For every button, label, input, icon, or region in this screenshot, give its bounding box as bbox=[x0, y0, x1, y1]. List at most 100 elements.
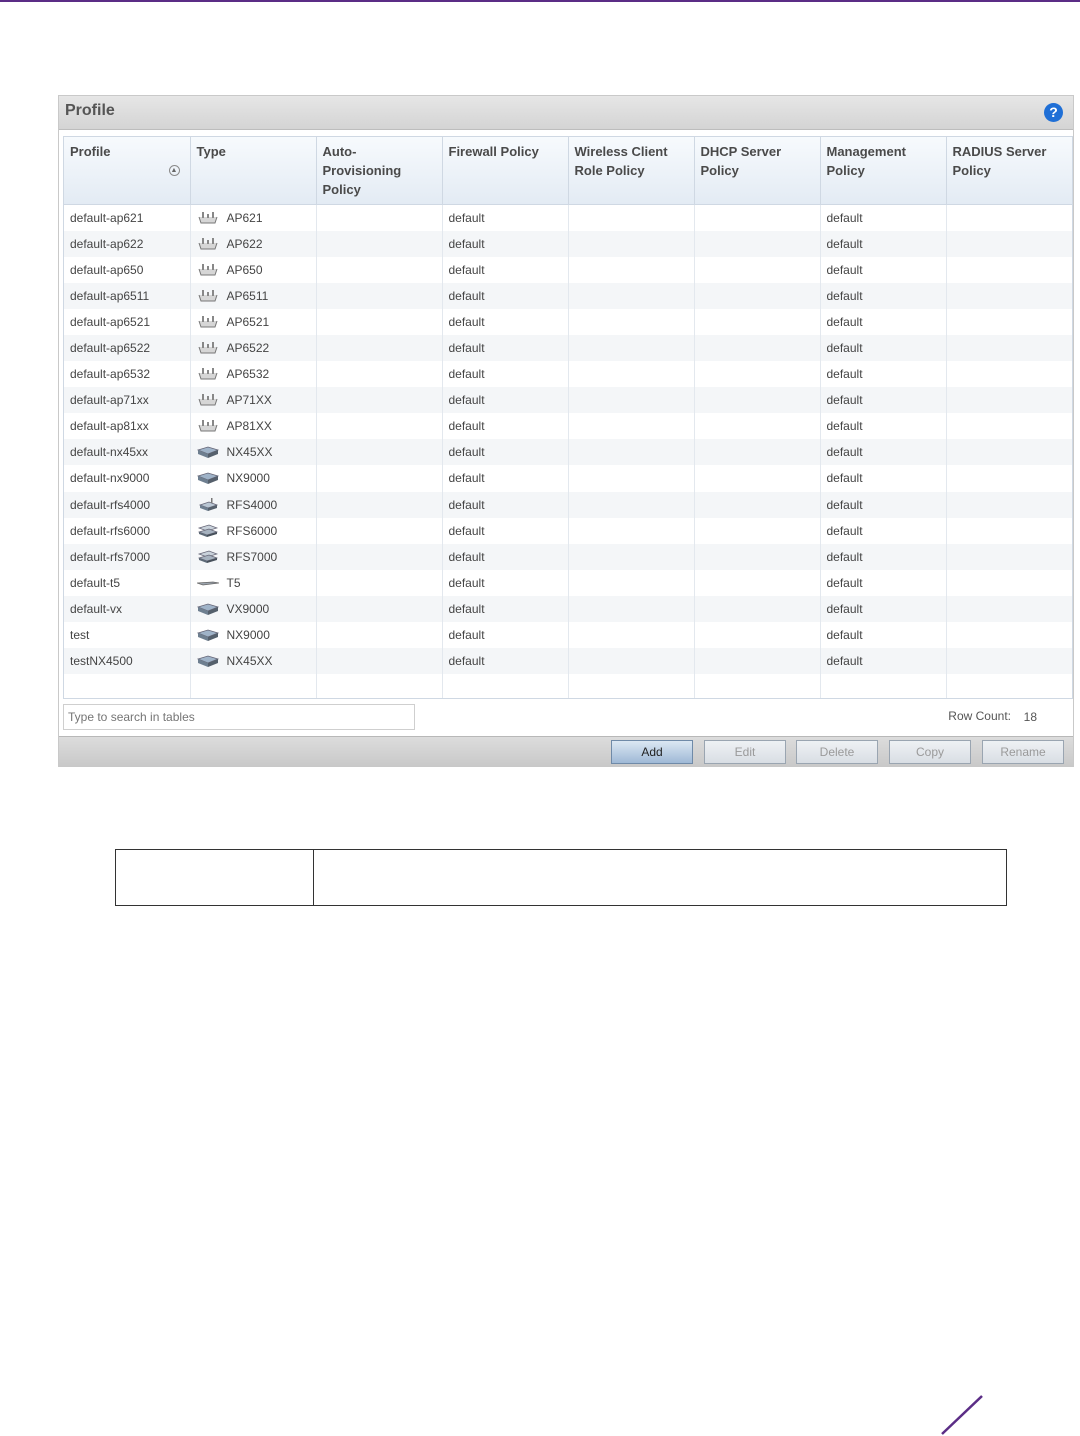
table-row[interactable]: default-ap81xx AP81XX default default bbox=[64, 413, 1072, 440]
table-cell-type: AP6521 bbox=[190, 308, 317, 335]
table-cell-type: NX9000 bbox=[190, 622, 317, 649]
table-cell-management: default bbox=[820, 465, 947, 492]
table-cell-dhcp bbox=[694, 256, 821, 283]
column-header[interactable]: Firewall Policy bbox=[442, 137, 569, 205]
table-cell-firewall: default bbox=[442, 282, 569, 309]
table-row[interactable]: default-vx VX9000 default default bbox=[64, 595, 1072, 622]
copy-button[interactable]: Copy bbox=[889, 740, 971, 764]
table-cell-auto bbox=[316, 334, 443, 362]
table-cell-management: default bbox=[820, 517, 947, 544]
table-cell-wireless bbox=[568, 230, 695, 257]
table-row[interactable]: default-rfs7000 RFS7000 default default bbox=[64, 543, 1072, 570]
table-cell-management: default bbox=[820, 595, 947, 622]
table-cell-management: default bbox=[820, 230, 947, 257]
table-row[interactable]: default-nx45xx NX45XX default default bbox=[64, 439, 1072, 466]
table-cell-dhcp bbox=[694, 543, 821, 570]
table-filler-cell bbox=[820, 674, 947, 698]
table-row[interactable]: default-t5 T5 default default bbox=[64, 569, 1072, 596]
row-count-label: Row Count: bbox=[948, 709, 1011, 723]
table-cell-management: default bbox=[820, 543, 947, 570]
table-cell-auto bbox=[316, 543, 443, 570]
table-cell-wireless bbox=[568, 204, 695, 231]
table-cell-dhcp bbox=[694, 439, 821, 466]
table-cell-management: default bbox=[820, 204, 947, 231]
table-filler-cell bbox=[694, 674, 821, 698]
table-cell-firewall: default bbox=[442, 387, 569, 414]
device-type-label: AP6532 bbox=[226, 367, 270, 382]
table-row[interactable]: default-ap6522 AP6522 default default bbox=[64, 334, 1072, 362]
table-cell-profile: default-rfs6000 bbox=[64, 517, 191, 544]
table-cell-dhcp bbox=[694, 413, 821, 440]
table-cell-auto bbox=[316, 622, 443, 649]
table-cell-profile: default-ap6522 bbox=[64, 334, 191, 362]
device-type-label: NX45XX bbox=[226, 445, 273, 460]
table-row[interactable]: default-nx9000 NX9000 default default bbox=[64, 465, 1072, 492]
column-header[interactable]: RADIUS Server Policy bbox=[946, 137, 1072, 205]
table-row[interactable]: default-ap650 AP650 default default bbox=[64, 256, 1072, 283]
table-cell-firewall: default bbox=[442, 334, 569, 362]
table-cell-auto bbox=[316, 439, 443, 466]
device-type-label: AP6521 bbox=[226, 314, 270, 329]
table-cell-firewall: default bbox=[442, 256, 569, 283]
edit-button[interactable]: Edit bbox=[704, 740, 786, 764]
table-cell-wireless bbox=[568, 361, 695, 388]
table-row[interactable]: default-ap6532 AP6532 default default bbox=[64, 361, 1072, 388]
table-cell-profile: default-vx bbox=[64, 595, 191, 622]
table-cell-radius bbox=[946, 622, 1072, 649]
device-type-label: AP6522 bbox=[226, 341, 270, 356]
table-cell-profile: default-t5 bbox=[64, 569, 191, 596]
appliance-icon bbox=[196, 471, 219, 485]
controller-icon bbox=[197, 524, 219, 538]
rename-button[interactable]: Rename bbox=[982, 740, 1064, 764]
table-cell-wireless bbox=[568, 413, 695, 440]
table-cell-dhcp bbox=[694, 204, 821, 231]
table-cell-profile: default-rfs4000 bbox=[64, 491, 191, 518]
column-header[interactable]: DHCP Server Policy bbox=[694, 137, 821, 205]
access-point-icon bbox=[197, 419, 219, 433]
table-row[interactable]: test NX9000 default default bbox=[64, 622, 1072, 649]
table-cell-wireless bbox=[568, 517, 695, 544]
device-type-label: AP650 bbox=[226, 262, 263, 277]
column-header[interactable]: Management Policy bbox=[820, 137, 947, 205]
table-cell-type: AP6532 bbox=[190, 361, 317, 388]
table-cell-wireless bbox=[568, 308, 695, 335]
table-cell-auto bbox=[316, 465, 443, 492]
sort-icon[interactable]: ▲ bbox=[168, 165, 180, 176]
delete-button[interactable]: Delete bbox=[796, 740, 878, 764]
appliance-icon bbox=[196, 628, 219, 642]
table-cell-type: NX45XX bbox=[190, 439, 317, 466]
table-filler-row bbox=[64, 674, 1072, 698]
table-cell-radius bbox=[946, 230, 1072, 257]
table-filler-cell bbox=[442, 674, 569, 698]
column-header-label: Auto- Provisioning Policy bbox=[322, 144, 402, 197]
add-button[interactable]: Add bbox=[611, 740, 693, 764]
table-row[interactable]: default-ap622 AP622 default default bbox=[64, 230, 1072, 257]
table-row[interactable]: default-rfs6000 RFS6000 default default bbox=[64, 517, 1072, 544]
table-cell-profile: default-nx9000 bbox=[64, 465, 191, 492]
table-filler-cell bbox=[316, 674, 443, 698]
table-body: default-ap621 AP621 default default default-… bbox=[64, 204, 1072, 698]
table-row[interactable]: default-ap621 AP621 default default bbox=[64, 204, 1072, 231]
table-cell-radius bbox=[946, 387, 1072, 414]
profile-table: Profile ▲ Type Auto- Provisioning Policy Fir… bbox=[64, 137, 1072, 698]
table-row[interactable]: testNX4500 NX45XX default default bbox=[64, 648, 1072, 675]
table-cell-auto bbox=[316, 282, 443, 309]
table-row[interactable]: default-ap6511 AP6511 default default bbox=[64, 282, 1072, 309]
table-row[interactable]: default-rfs4000 RFS4000 default default bbox=[64, 491, 1072, 518]
column-header[interactable]: Profile ▲ bbox=[64, 137, 191, 205]
table-cell-profile: default-rfs7000 bbox=[64, 543, 191, 570]
help-icon[interactable]: ? bbox=[1044, 103, 1063, 122]
search-input[interactable] bbox=[63, 704, 415, 730]
column-header-label: RADIUS Server Policy bbox=[952, 144, 1047, 178]
table-cell-wireless bbox=[568, 387, 695, 414]
empty-description-table bbox=[115, 849, 1007, 906]
table-row[interactable]: default-ap71xx AP71XX default default bbox=[64, 387, 1072, 414]
table-row[interactable]: default-ap6521 AP6521 default default bbox=[64, 308, 1072, 335]
table-cell-auto bbox=[316, 491, 443, 518]
column-header[interactable]: Auto- Provisioning Policy bbox=[316, 137, 443, 205]
table-cell-radius bbox=[946, 256, 1072, 283]
profile-panel: Profile ? Profile ▲ Type Auto- Provisioning… bbox=[58, 95, 1074, 767]
table-cell-firewall: default bbox=[442, 543, 569, 570]
column-header[interactable]: Type bbox=[190, 137, 317, 205]
column-header[interactable]: Wireless Client Role Policy bbox=[568, 137, 695, 205]
